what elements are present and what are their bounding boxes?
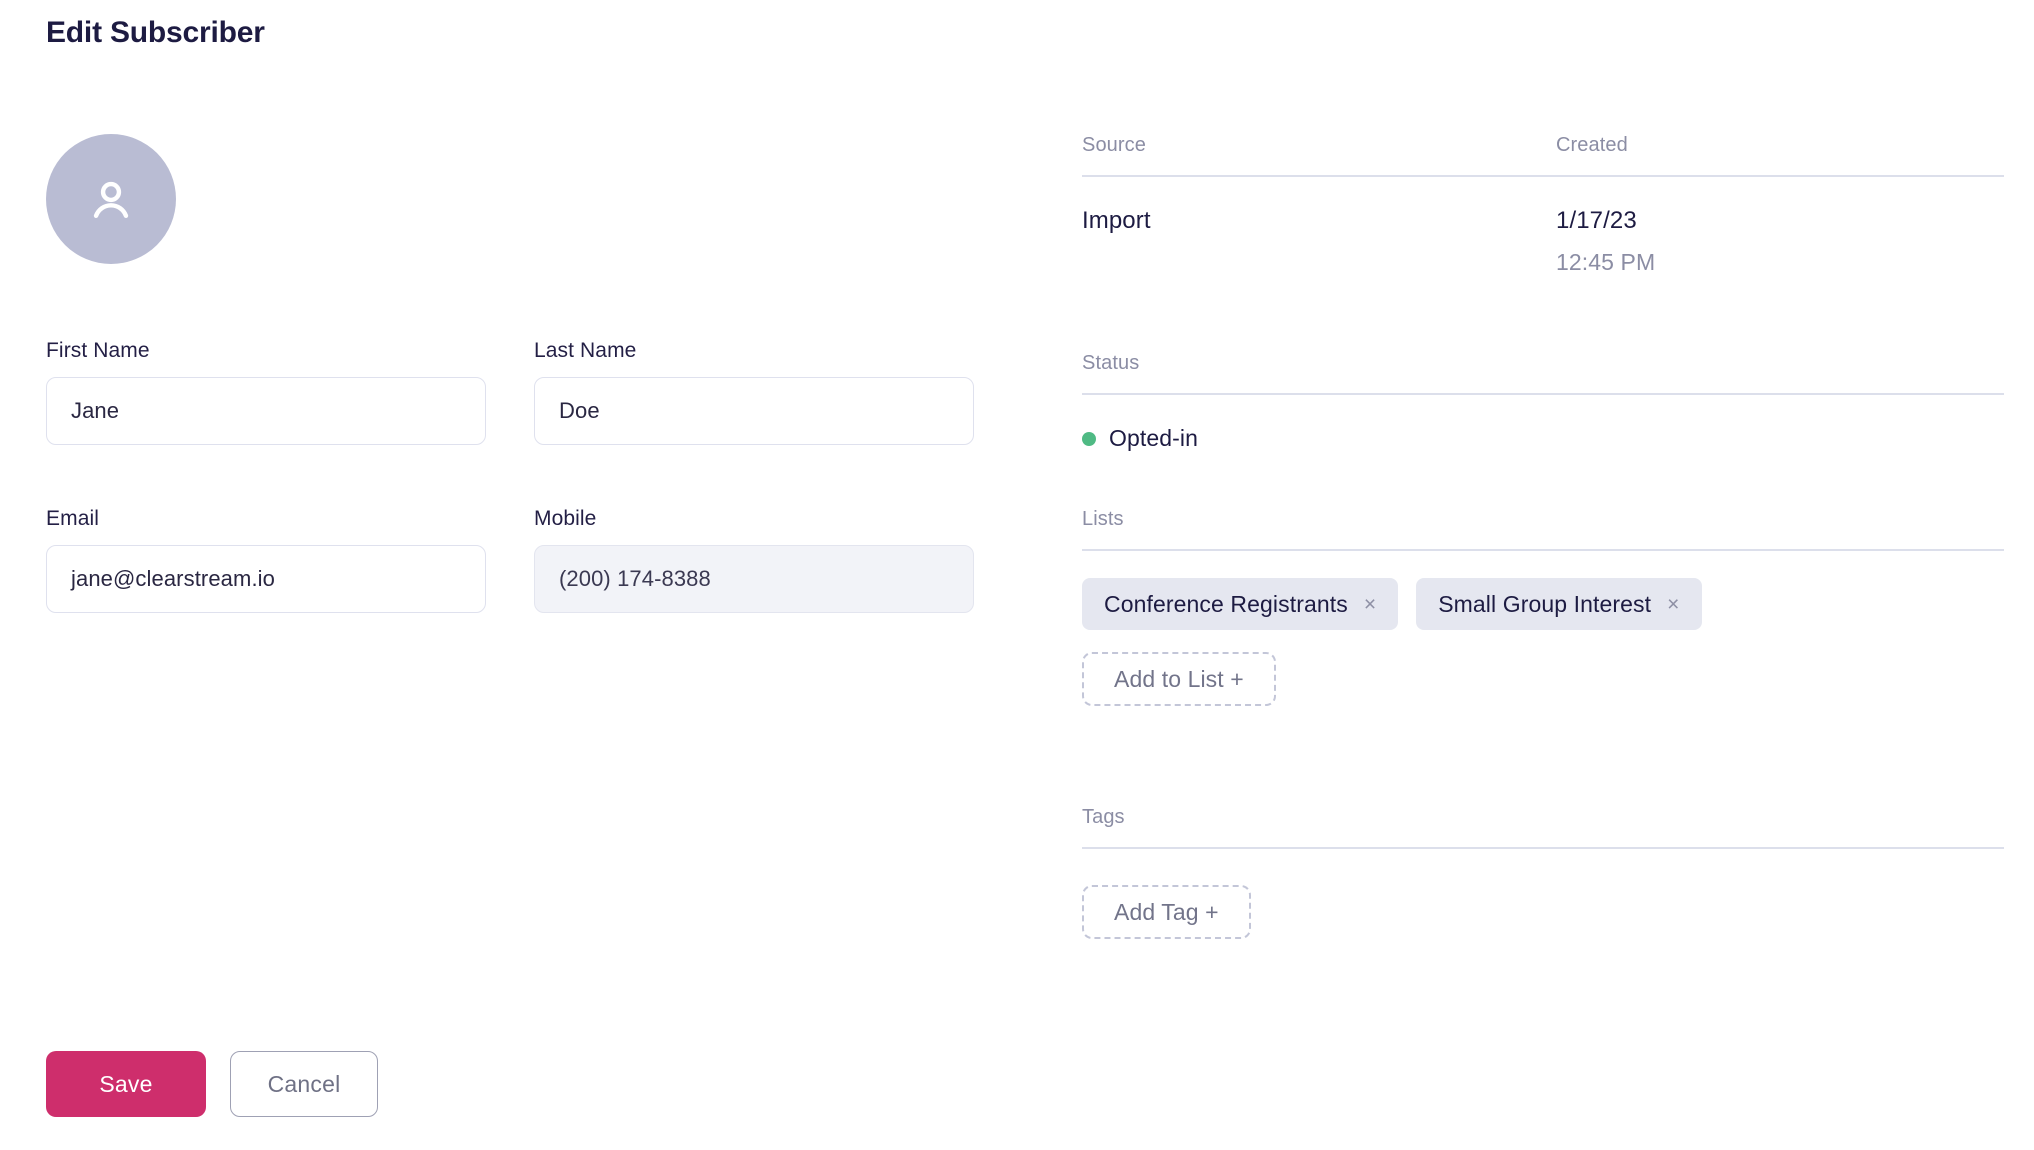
status-section-label: Status xyxy=(1082,352,1140,374)
field-label-last-name: Last Name xyxy=(534,339,637,362)
created-column-header: Created xyxy=(1556,134,1628,156)
tags-section: Tags Add Tag + xyxy=(1082,806,2004,939)
lists-section: Lists Conference Registrants × Small Gro… xyxy=(1082,508,2004,706)
add-to-list-button[interactable]: Add to List + xyxy=(1082,652,1276,706)
avatar xyxy=(46,134,176,264)
tags-section-label: Tags xyxy=(1082,806,1125,828)
email-input[interactable]: jane@clearstream.io xyxy=(46,545,486,613)
last-name-input[interactable]: Doe xyxy=(534,377,974,445)
subscriber-details-column: Source Created Import 1/17/23 12:45 PM S… xyxy=(1082,134,2004,939)
status-dot-icon xyxy=(1082,431,1096,446)
first-name-input[interactable]: Jane xyxy=(46,377,486,445)
lists-section-label: Lists xyxy=(1082,508,1124,530)
source-value: Import xyxy=(1082,207,1151,234)
status-section: Status Opted-in xyxy=(1082,352,2004,452)
list-chip-label: Small Group Interest xyxy=(1438,590,1652,617)
meta-table-header: Source Created xyxy=(1082,134,2004,175)
field-last-name: Last Name Doe xyxy=(534,339,974,445)
meta-table: Source Created Import 1/17/23 12:45 PM xyxy=(1082,134,2004,276)
status-value: Opted-in xyxy=(1109,425,1199,451)
edit-subscriber-layout: First Name Jane Last Name Doe Email jane… xyxy=(0,0,2034,1150)
close-icon[interactable]: × xyxy=(1667,594,1679,615)
add-tag-button[interactable]: Add Tag + xyxy=(1082,885,1251,939)
field-label-mobile: Mobile xyxy=(534,507,597,530)
status-badge: Opted-in xyxy=(1082,395,2004,452)
list-chip[interactable]: Conference Registrants × xyxy=(1082,578,1399,630)
save-button[interactable]: Save xyxy=(46,1051,206,1117)
meta-table-row: Import 1/17/23 12:45 PM xyxy=(1082,177,2004,276)
created-time: 12:45 PM xyxy=(1556,249,1656,275)
list-chip-label: Conference Registrants xyxy=(1104,590,1348,617)
mobile-input[interactable]: (200) 174-8388 xyxy=(534,545,974,613)
created-cell: 1/17/23 12:45 PM xyxy=(1556,207,1655,276)
close-icon[interactable]: × xyxy=(1364,594,1376,615)
source-column-header: Source xyxy=(1082,134,1146,156)
source-cell: Import xyxy=(1082,207,1556,276)
form-fields: First Name Jane Last Name Doe Email jane… xyxy=(46,339,986,613)
form-actions: Save Cancel xyxy=(46,1051,378,1117)
field-first-name: First Name Jane xyxy=(46,339,486,445)
field-label-email: Email xyxy=(46,507,100,530)
cancel-button[interactable]: Cancel xyxy=(230,1051,378,1117)
field-email: Email jane@clearstream.io xyxy=(46,507,486,613)
created-date: 1/17/23 xyxy=(1556,207,1637,234)
subscriber-form-column: First Name Jane Last Name Doe Email jane… xyxy=(46,134,986,613)
field-label-first-name: First Name xyxy=(46,339,150,362)
list-chips: Conference Registrants × Small Group Int… xyxy=(1082,551,2004,630)
field-mobile: Mobile (200) 174-8388 xyxy=(534,507,974,613)
user-avatar-icon xyxy=(83,171,139,227)
list-chip[interactable]: Small Group Interest × xyxy=(1416,578,1702,630)
